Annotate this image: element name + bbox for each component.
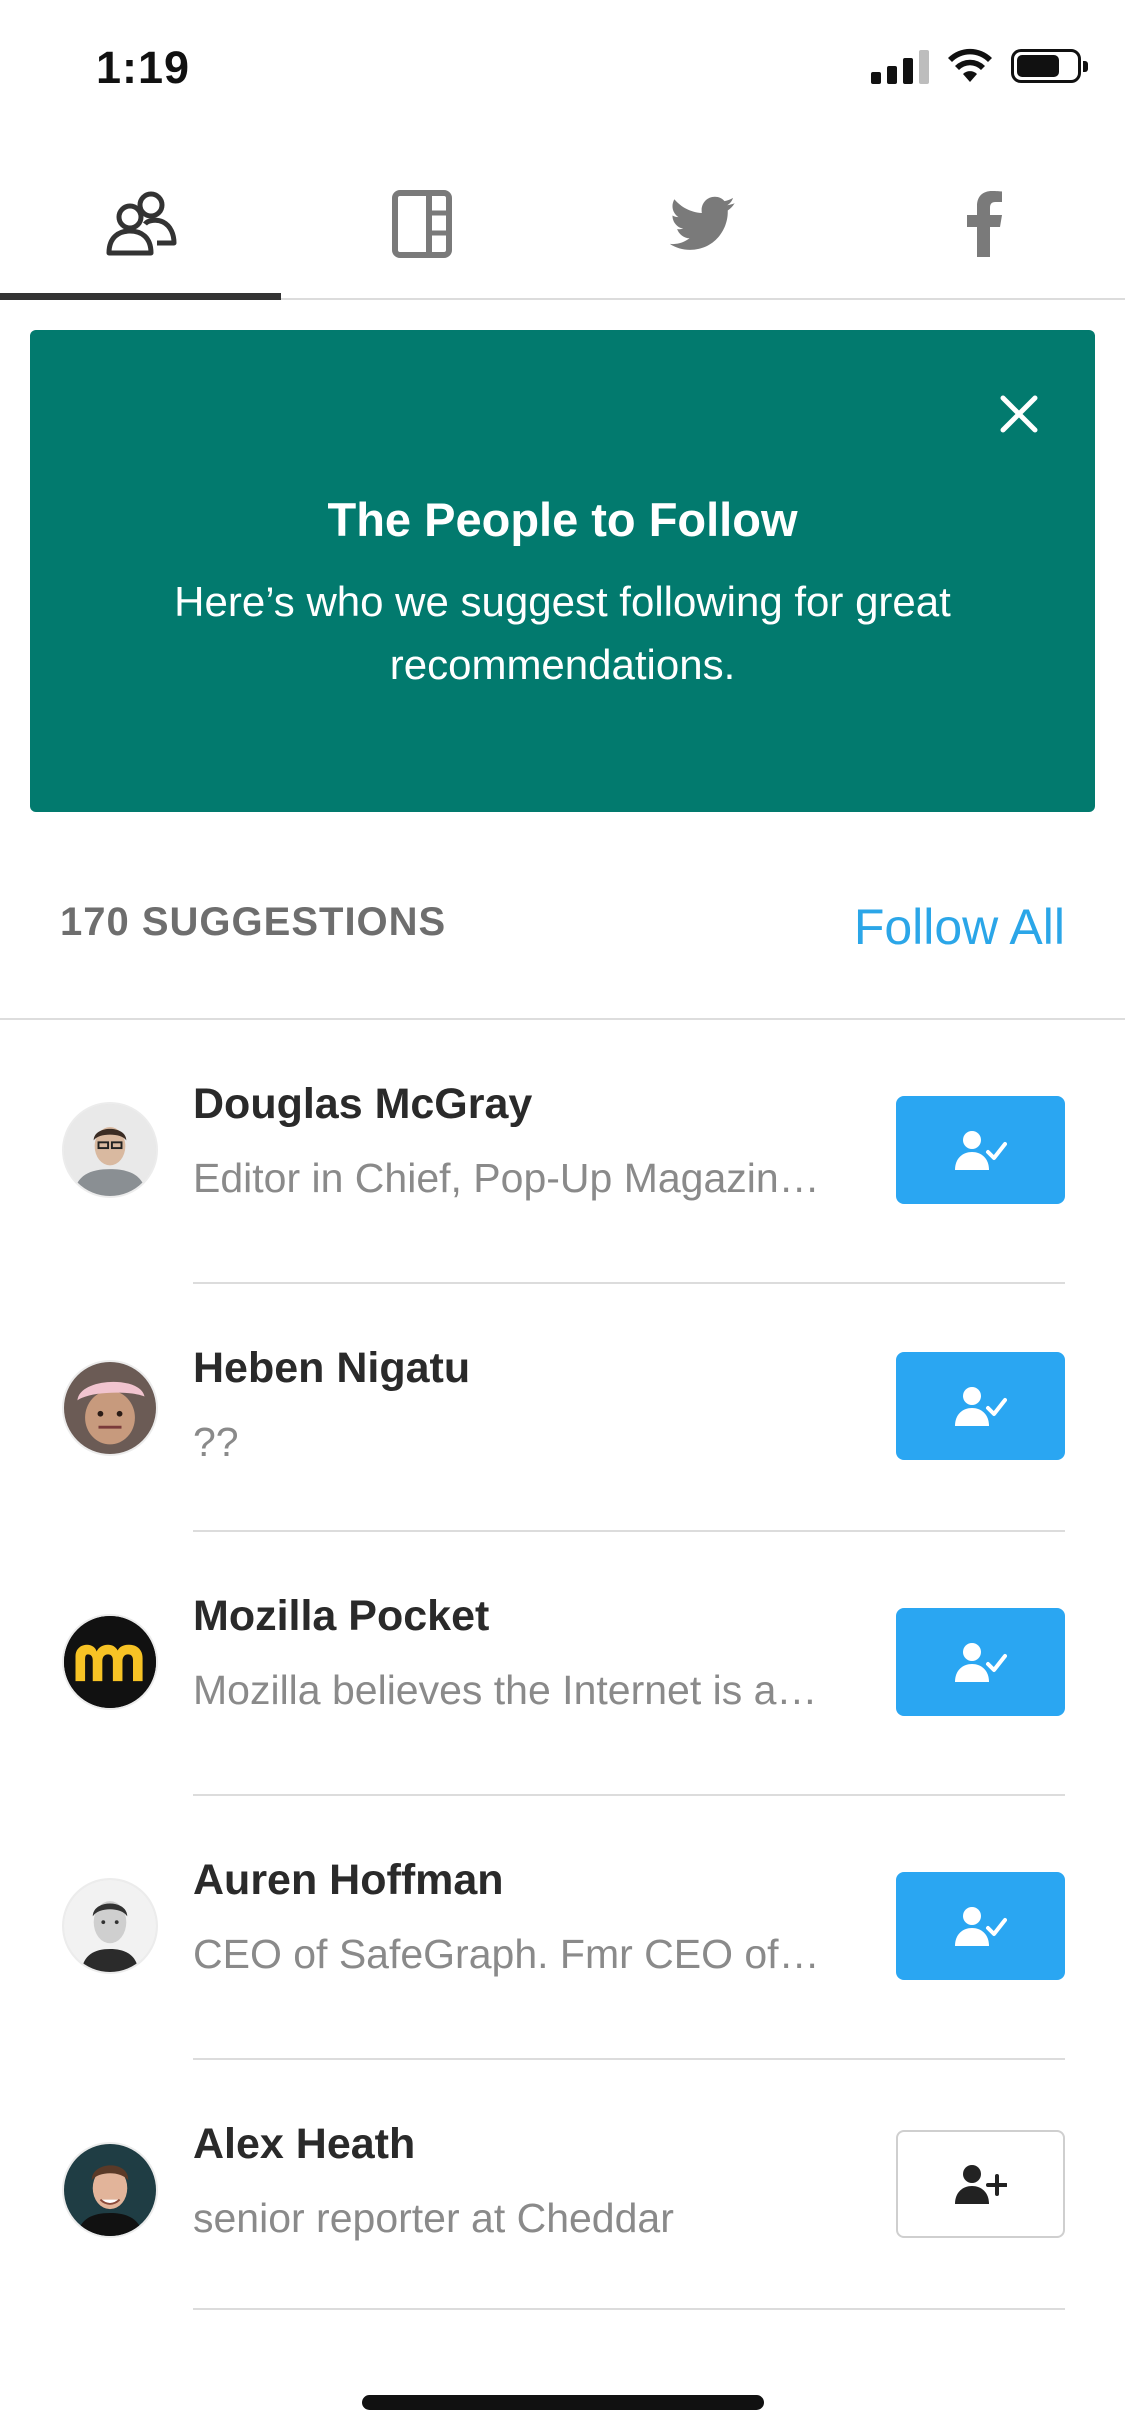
following-button[interactable] [896, 1872, 1065, 1980]
list-item[interactable]: Douglas McGray Editor in Chief, Pop-Up M… [0, 1020, 1125, 1284]
status-icons [871, 48, 1088, 84]
list-item[interactable]: Alex Heath senior reporter at Cheddar [0, 2060, 1125, 2324]
person-bio: ?? [193, 1419, 239, 1465]
avatar [62, 1360, 158, 1456]
tab-facebook[interactable] [844, 150, 1125, 298]
following-button[interactable] [896, 1352, 1065, 1460]
list-item[interactable]: Heben Nigatu ?? [0, 1284, 1125, 1548]
status-time: 1:19 [96, 42, 191, 93]
cellular-signal-icon [871, 48, 929, 84]
battery-icon [1011, 49, 1088, 83]
person-name[interactable]: Douglas McGray [193, 1080, 532, 1129]
person-name[interactable]: Alex Heath [193, 2120, 415, 2169]
following-button[interactable] [896, 1096, 1065, 1204]
person-bio: Mozilla believes the Internet is a… [193, 1667, 818, 1713]
person-bio: Editor in Chief, Pop-Up Magazin… [193, 1155, 820, 1201]
user-check-icon [954, 1387, 1007, 1426]
suggestions-count: 170 SUGGESTIONS [60, 900, 447, 944]
list-item[interactable]: Mozilla Pocket Mozilla believes the Inte… [0, 1532, 1125, 1796]
status-bar: 1:19 [0, 0, 1125, 135]
banner-description: Here’s who we suggest following for grea… [174, 578, 951, 688]
person-name[interactable]: Mozilla Pocket [193, 1592, 489, 1641]
avatar [62, 1102, 158, 1198]
people-icon [106, 191, 177, 256]
person-bio: CEO of SafeGraph. Fmr CEO of… [193, 1931, 820, 1977]
user-plus-icon [954, 2165, 1007, 2204]
pocket-logo-icon [64, 1616, 156, 1708]
home-indicator[interactable] [362, 2395, 764, 2410]
user-check-icon [954, 1643, 1007, 1682]
tab-bar [0, 150, 1125, 300]
wifi-icon [948, 48, 992, 82]
tab-people[interactable] [0, 150, 282, 300]
people-to-follow-banner: The People to Follow Here’s who we sugge… [30, 330, 1095, 812]
divider [193, 2308, 1065, 2310]
follow-button[interactable] [896, 2130, 1065, 2238]
person-bio: senior reporter at Cheddar [193, 2195, 674, 2241]
close-icon[interactable] [995, 390, 1043, 438]
tab-publications[interactable] [281, 150, 562, 298]
user-check-icon [954, 1907, 1007, 1946]
person-name[interactable]: Heben Nigatu [193, 1344, 470, 1393]
user-check-icon [954, 1131, 1007, 1170]
person-name[interactable]: Auren Hoffman [193, 1856, 504, 1905]
facebook-icon [967, 191, 1003, 257]
twitter-icon [670, 196, 736, 250]
publication-icon [391, 190, 452, 258]
avatar [62, 1878, 158, 1974]
tab-twitter[interactable] [563, 150, 844, 298]
list-item[interactable]: Auren Hoffman CEO of SafeGraph. Fmr CEO … [0, 1796, 1125, 2060]
banner-title: The People to Follow [327, 493, 798, 546]
avatar [62, 1614, 158, 1710]
avatar [62, 2142, 158, 2238]
follow-all-button[interactable]: Follow All [854, 898, 1065, 956]
following-button[interactable] [896, 1608, 1065, 1716]
